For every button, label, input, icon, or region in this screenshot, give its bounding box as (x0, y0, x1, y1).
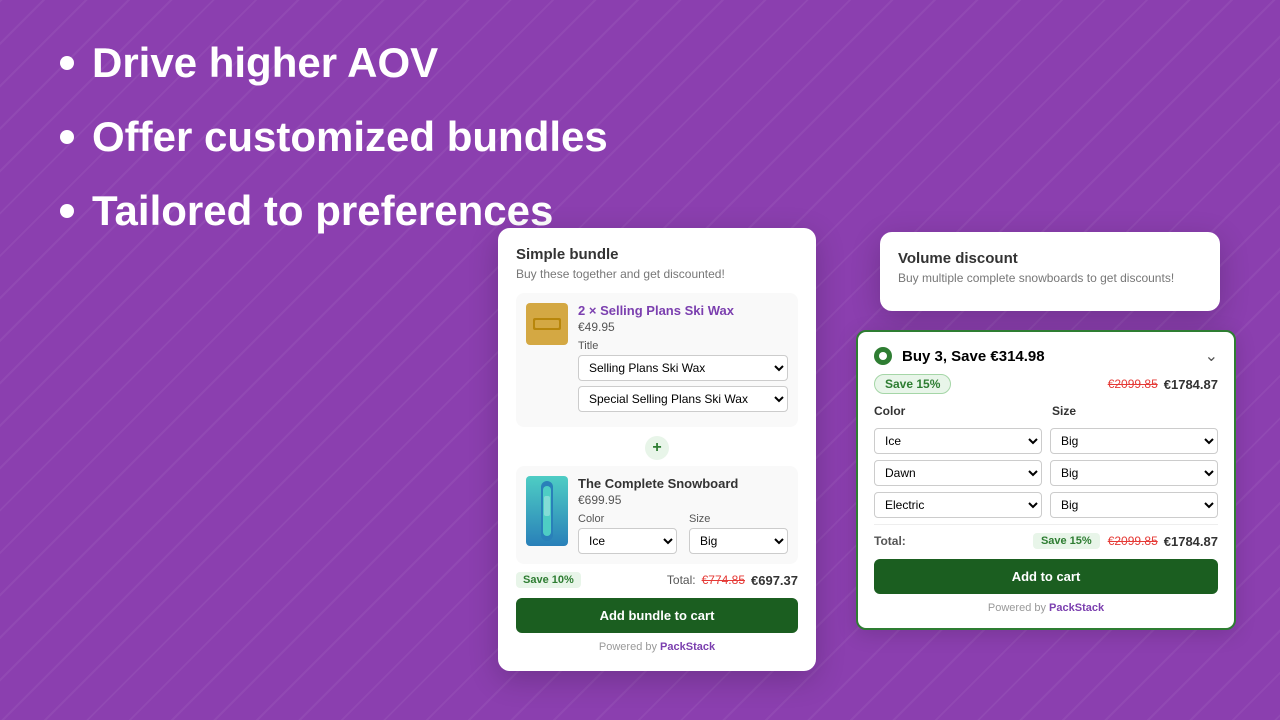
volume-discount-subtitle: Buy multiple complete snowboards to get … (898, 271, 1202, 285)
bullet-aov: Drive higher AOV (60, 40, 608, 86)
product-snowboard-name: The Complete Snowboard (578, 476, 788, 491)
volume-add-button[interactable]: Add to cart (874, 559, 1218, 594)
original-price: €774.85 (702, 573, 745, 587)
row2-color-select[interactable]: DawnIceElectric (874, 460, 1042, 486)
volume-row-2: DawnIceElectric BigSmall (874, 460, 1218, 486)
bullet-bundles: Offer customized bundles (60, 114, 608, 160)
snowboard-size-select[interactable]: Big Small (689, 528, 788, 554)
volume-total-final: €1784.87 (1164, 534, 1218, 549)
bullet-dot-icon (60, 204, 74, 218)
volume-plan-header: Buy 3, Save €314.98 ⌄ (874, 346, 1218, 366)
size-field-label: Size (689, 513, 788, 525)
packstack-link-simple[interactable]: PackStack (660, 641, 715, 653)
volume-discount-card-outer: Volume discount Buy multiple complete sn… (880, 232, 1220, 311)
volume-total-original: €2099.85 (1108, 534, 1158, 548)
powered-by-simple: Powered by PackStack (516, 641, 798, 653)
product-snowboard-price: €699.95 (578, 493, 788, 507)
bullet-dot-icon (60, 56, 74, 70)
row3-size-select[interactable]: BigSmall (1050, 492, 1218, 518)
volume-row-3: ElectricIceDawn BigSmall (874, 492, 1218, 518)
bullet-preferences-text: Tailored to preferences (92, 188, 553, 234)
color-field-label: Color (578, 513, 677, 525)
product-snowboard-thumbnail (526, 476, 568, 546)
row3-color-select[interactable]: ElectricIceDawn (874, 492, 1042, 518)
product-wax-info: 2 × Selling Plans Ski Wax €49.95 Title S… (578, 303, 788, 417)
product-snowboard-info: The Complete Snowboard €699.95 Color Ice… (578, 476, 788, 554)
bullet-dot-icon (60, 130, 74, 144)
volume-total-row: Total: Save 15% €2099.85 €1784.87 (874, 524, 1218, 549)
volume-total-save-badge: Save 15% (1033, 533, 1100, 549)
packstack-link-volume[interactable]: PackStack (1049, 602, 1104, 614)
final-price: €697.37 (751, 573, 798, 588)
wax-title-select-1[interactable]: Selling Plans Ski Wax Special Selling Pl… (578, 355, 788, 381)
volume-price-original: €2099.85 (1108, 377, 1158, 391)
bullet-aov-text: Drive higher AOV (92, 40, 438, 86)
bullet-bundles-text: Offer customized bundles (92, 114, 608, 160)
add-bundle-button[interactable]: Add bundle to cart (516, 598, 798, 633)
product-wax-price: €49.95 (578, 320, 788, 334)
title-field-label: Title (578, 340, 788, 352)
simple-bundle-card: Simple bundle Buy these together and get… (498, 228, 816, 671)
simple-bundle-title: Simple bundle (516, 246, 798, 263)
row2-size-select[interactable]: BigSmall (1050, 460, 1218, 486)
radio-selected-icon[interactable] (874, 347, 892, 365)
volume-save-badge: Save 15% (874, 374, 951, 394)
add-product-icon[interactable]: + (516, 435, 798, 460)
row1-size-select[interactable]: BigSmall (1050, 428, 1218, 454)
row1-color-select[interactable]: IceDawnElectric (874, 428, 1042, 454)
bundle-total-row: Save 10% Total: €774.85 €697.37 (516, 572, 798, 588)
volume-total-label: Total: (874, 534, 906, 548)
volume-price-row: Save 15% €2099.85 €1784.87 (874, 374, 1218, 394)
simple-bundle-subtitle: Buy these together and get discounted! (516, 267, 798, 281)
wax-title-select-2[interactable]: Special Selling Plans Ski Wax Selling Pl… (578, 386, 788, 412)
chevron-up-icon[interactable]: ⌄ (1205, 346, 1218, 366)
total-label: Total: (667, 573, 696, 587)
volume-price-final: €1784.87 (1164, 377, 1218, 392)
product-row-snowboard: The Complete Snowboard €699.95 Color Ice… (516, 466, 798, 564)
save-badge: Save 10% (516, 572, 581, 588)
volume-discount-title: Volume discount (898, 250, 1202, 267)
color-col-header: Color (874, 404, 1040, 418)
volume-row-1: IceDawnElectric BigSmall (874, 428, 1218, 454)
powered-by-volume: Powered by PackStack (874, 602, 1218, 614)
volume-plan-label[interactable]: Buy 3, Save €314.98 (874, 347, 1045, 365)
product-wax-name: 2 × Selling Plans Ski Wax (578, 303, 788, 318)
volume-discount-panel: Buy 3, Save €314.98 ⌄ Save 15% €2099.85 … (856, 330, 1236, 630)
product-row-wax: 2 × Selling Plans Ski Wax €49.95 Title S… (516, 293, 798, 427)
snowboard-color-select[interactable]: Ice Dawn Electric (578, 528, 677, 554)
product-wax-thumbnail (526, 303, 568, 345)
size-col-header: Size (1052, 404, 1218, 418)
